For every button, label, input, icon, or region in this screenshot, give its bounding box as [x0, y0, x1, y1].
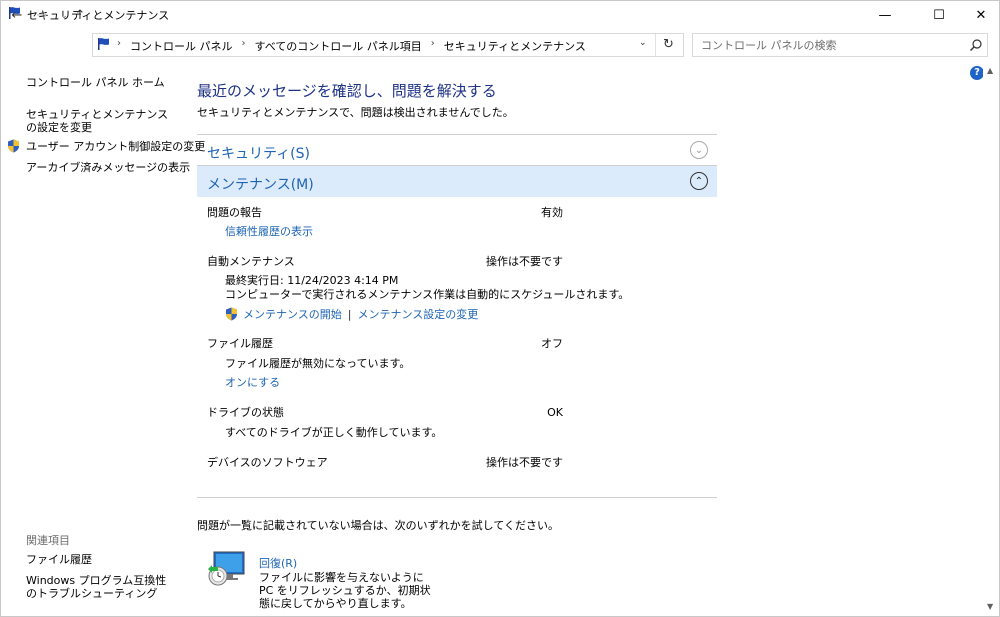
title-bar: セキュリティとメンテナンス — ☐ ✕ [0, 0, 1000, 30]
search-box[interactable] [692, 33, 988, 57]
scroll-up-icon[interactable]: ▲ [987, 66, 993, 75]
problem-report-status: 有効 [541, 206, 563, 219]
sidebar-link-compat[interactable]: Windows プログラム互換性のトラブルシューティング [26, 574, 176, 600]
refresh-icon[interactable]: ↻ [663, 37, 674, 52]
sidebar-link-uac[interactable]: ユーザー アカウント制御設定の変更 [26, 140, 205, 153]
maintenance-settings-link[interactable]: メンテナンス設定の変更 [358, 306, 479, 322]
section-maintenance[interactable]: メンテナンス(M) ⌃ [197, 166, 717, 197]
auto-maintenance-status: 操作は不要です [486, 255, 563, 268]
drive-status-status: OK [547, 406, 563, 419]
collapse-icon[interactable]: ⌃ [690, 172, 708, 190]
sidebar-link-home[interactable]: コントロール パネル ホーム [26, 76, 165, 89]
vertical-scrollbar[interactable]: ▲ ▼ [983, 62, 1000, 617]
sidebar-link-file-history[interactable]: ファイル履歴 [26, 553, 92, 566]
link-divider: | [347, 307, 352, 321]
reliability-history-link[interactable]: 信頼性履歴の表示 [225, 225, 313, 238]
uac-shield-icon [226, 307, 237, 321]
breadcrumb-separator[interactable]: › [117, 38, 121, 54]
uac-shield-icon [8, 139, 19, 153]
page-subtitle: セキュリティとメンテナンスで、問題は検出されませんでした。 [197, 106, 514, 119]
drive-status-desc: すべてのドライブが正しく動作しています。 [225, 426, 443, 439]
page-title: 最近のメッセージを確認し、問題を解決する [197, 82, 497, 100]
breadcrumb-control-panel[interactable]: コントロール パネル [130, 38, 233, 54]
search-input[interactable] [701, 37, 951, 53]
divider [655, 34, 656, 56]
try-options-text: 問題が一覧に記載されていない場合は、次のいずれかを試してください。 [197, 519, 560, 532]
maintenance-links: メンテナンスの開始 | メンテナンス設定の変更 [225, 306, 478, 322]
address-bar[interactable]: › コントロール パネル › すべてのコントロール パネル項目 › セキュリティ… [92, 33, 684, 57]
start-maintenance-link[interactable]: メンテナンスの開始 [243, 306, 342, 322]
section-security[interactable]: セキュリティ(S) ⌄ [197, 135, 717, 166]
address-dropdown-icon[interactable]: ⌄ [639, 38, 647, 48]
sidebar-link-settings[interactable]: セキュリティとメンテナンスの設定を変更 [26, 108, 176, 134]
auto-maintenance-title: 自動メンテナンス [207, 255, 295, 268]
device-software-title: デバイスのソフトウェア [207, 456, 328, 469]
close-button[interactable]: ✕ [958, 0, 1000, 30]
turn-on-link[interactable]: オンにする [225, 376, 280, 389]
maximize-button[interactable]: ☐ [916, 0, 962, 30]
recovery-icon[interactable] [206, 551, 246, 587]
recovery-link[interactable]: 回復(R) [259, 555, 297, 571]
up-button[interactable]: ↑ [71, 8, 89, 24]
sidebar-link-archive[interactable]: アーカイブ済みメッセージの表示 [26, 161, 190, 174]
expand-icon[interactable]: ⌄ [690, 141, 708, 159]
flag-icon [98, 38, 109, 50]
maintenance-desc: コンピューターで実行されるメンテナンス作業は自動的にスケジュールされます。 [225, 288, 630, 301]
related-title: 関連項目 [26, 534, 70, 547]
divider [197, 497, 717, 498]
device-software-status: 操作は不要です [486, 456, 563, 469]
file-history-status: オフ [541, 337, 563, 350]
section-security-label[interactable]: セキュリティ(S) [207, 143, 310, 163]
recovery-desc: ファイルに影響を与えないように PC をリフレッシュするか、初期状態に戻してから… [259, 571, 431, 610]
drive-status-title: ドライブの状態 [207, 406, 284, 419]
minimize-button[interactable]: — [862, 0, 908, 30]
breadcrumb-separator[interactable]: › [431, 38, 435, 54]
breadcrumb-all-items[interactable]: すべてのコントロール パネル項目 [255, 38, 422, 54]
file-history-title: ファイル履歴 [207, 337, 273, 350]
file-history-desc: ファイル履歴が無効になっています。 [225, 357, 411, 370]
help-icon[interactable]: ? [970, 66, 984, 80]
forward-button[interactable]: → [33, 8, 51, 24]
problem-report-title: 問題の報告 [207, 206, 262, 219]
last-run-text: 最終実行日: 11/24/2023 4:14 PM [225, 274, 399, 287]
search-icon[interactable] [969, 38, 983, 52]
breadcrumb-separator[interactable]: › [242, 38, 246, 54]
section-maintenance-label[interactable]: メンテナンス(M) [207, 174, 314, 194]
breadcrumb: › コントロール パネル › すべてのコントロール パネル項目 › セキュリティ… [117, 38, 586, 54]
back-button[interactable]: ← [8, 8, 26, 24]
scroll-down-icon[interactable]: ▼ [987, 602, 993, 611]
breadcrumb-security-maintenance[interactable]: セキュリティとメンテナンス [444, 38, 586, 54]
